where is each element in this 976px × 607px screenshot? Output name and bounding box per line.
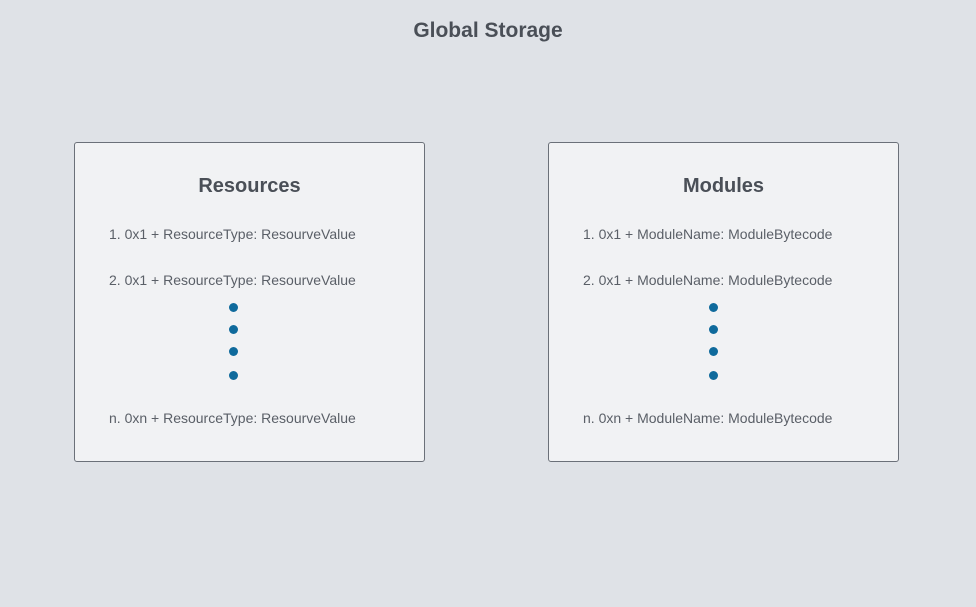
resources-entry-1: 1. 0x1 + ResourceType: ResourveValue — [109, 226, 356, 242]
ellipsis-dot — [229, 371, 238, 380]
ellipsis-dot — [709, 325, 718, 334]
modules-entry-1: 1. 0x1 + ModuleName: ModuleBytecode — [583, 226, 833, 242]
ellipsis-dot — [709, 371, 718, 380]
page-title: Global Storage — [413, 19, 563, 42]
ellipsis-dot — [229, 347, 238, 356]
ellipsis-dot — [229, 303, 238, 312]
resources-box: Resources 1. 0x1 + ResourceType: Resourv… — [74, 142, 425, 462]
modules-title: Modules — [682, 175, 765, 197]
ellipsis-dot — [709, 347, 718, 356]
modules-entry-2: 2. 0x1 + ModuleName: ModuleBytecode — [583, 272, 833, 288]
resources-entry-2: 2. 0x1 + ResourceType: ResourveValue — [109, 272, 356, 288]
ellipsis-dot — [229, 325, 238, 334]
modules-box: Modules 1. 0x1 + ModuleName: ModuleBytec… — [548, 142, 899, 462]
resources-title: Resources — [198, 175, 301, 197]
resources-entry-n: n. 0xn + ResourceType: ResourveValue — [109, 410, 356, 426]
ellipsis-dot — [709, 303, 718, 312]
modules-entry-n: n. 0xn + ModuleName: ModuleBytecode — [583, 410, 833, 426]
